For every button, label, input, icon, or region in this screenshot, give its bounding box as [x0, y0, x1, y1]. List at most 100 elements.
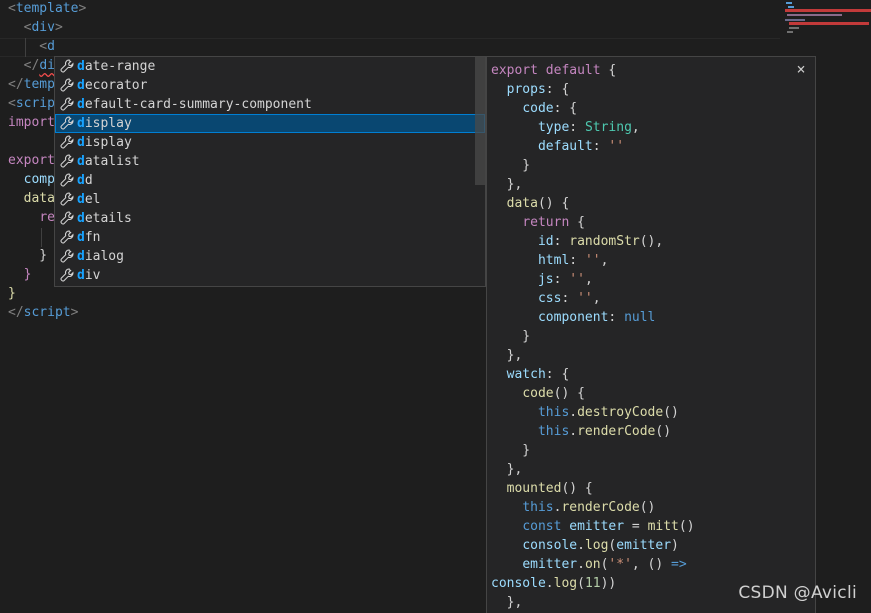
- suggestion-label: el: [84, 192, 101, 207]
- suggestion-scrollbar[interactable]: [475, 57, 485, 185]
- code-token: },: [491, 177, 523, 192]
- code-line: data() {: [491, 194, 570, 213]
- suggestion-item[interactable]: div: [55, 266, 485, 285]
- code-token: data: [506, 196, 538, 211]
- code-token: log: [553, 576, 578, 591]
- code-token: export: [8, 153, 55, 168]
- code-line: default: '': [491, 137, 624, 156]
- code-token: '': [569, 272, 585, 287]
- code-token: </: [8, 305, 24, 320]
- minimap[interactable]: [785, 0, 871, 40]
- suggestion-item[interactable]: details: [55, 209, 485, 228]
- code-token: :: [553, 234, 570, 249]
- suggestion-label: etails: [84, 211, 132, 226]
- code-line: watch: {: [491, 365, 570, 384]
- suggestion-item[interactable]: date-range: [55, 57, 485, 76]
- code-line: css: '',: [491, 289, 601, 308]
- code-line: mounted() {: [491, 479, 593, 498]
- code-token: }: [491, 443, 531, 458]
- wrench-icon: [59, 78, 74, 93]
- code-token: (): [639, 500, 656, 515]
- suggestion-details-panel: × export default { props: { code: { type…: [486, 56, 816, 613]
- code-token: this: [537, 405, 570, 420]
- code-token: </: [8, 77, 24, 92]
- suggestion-match: d: [77, 97, 85, 112]
- suggestion-item[interactable]: default-card-summary-component: [55, 95, 485, 114]
- suggestion-item[interactable]: dd: [55, 171, 485, 190]
- code-line: export default {: [491, 61, 616, 80]
- code-token: (): [655, 424, 672, 439]
- suggestion-item[interactable]: dfn: [55, 228, 485, 247]
- code-token: .: [569, 424, 578, 439]
- suggestion-item[interactable]: display: [55, 114, 485, 133]
- code-token: props: [506, 82, 546, 97]
- suggestion-widget[interactable]: date-range decorator default-card-summary-…: [54, 56, 486, 287]
- current-line-highlight: [0, 38, 780, 57]
- code-token: return: [522, 215, 570, 230]
- wrench-icon: [59, 268, 74, 283]
- suggestion-match: d: [77, 78, 85, 93]
- wrench-icon: [59, 173, 74, 188]
- wrench-icon: [59, 192, 74, 207]
- code-token: renderCode: [561, 500, 640, 515]
- code-token: ,: [600, 253, 609, 268]
- suggestion-match: d: [77, 173, 85, 188]
- code-token: destroyCode: [577, 405, 664, 420]
- suggestion-item[interactable]: dialog: [55, 247, 485, 266]
- suggestion-match: d: [77, 154, 85, 169]
- suggestion-match: d: [77, 59, 85, 74]
- code-token: component: [537, 310, 609, 325]
- code-token: () {: [553, 386, 585, 401]
- code-line: }: [491, 327, 530, 346]
- suggestion-match: d: [77, 135, 85, 150]
- suggestion-match: d: [77, 230, 85, 245]
- code-line: <d: [8, 37, 55, 56]
- suggestion-item[interactable]: datalist: [55, 152, 485, 171]
- code-token: mitt: [647, 519, 679, 534]
- code-token: },: [491, 595, 523, 610]
- code-token: const: [522, 519, 562, 534]
- code-line: }: [8, 284, 16, 303]
- code-line: </script>: [8, 303, 78, 322]
- code-token: d: [47, 39, 55, 54]
- code-token: console: [491, 576, 546, 591]
- code-line: js: '',: [491, 270, 593, 289]
- code-token: emitter: [522, 557, 578, 572]
- code-token: {: [569, 215, 585, 230]
- indent-guide: [41, 228, 42, 247]
- close-icon[interactable]: ×: [793, 61, 809, 77]
- code-token: (: [577, 576, 585, 591]
- code-token: :: [608, 310, 625, 325]
- suggestion-label: isplay: [84, 116, 132, 131]
- suggestion-item[interactable]: del: [55, 190, 485, 209]
- code-token: script: [23, 305, 71, 320]
- code-token: console: [522, 538, 578, 553]
- watermark: CSDN @Avicli: [738, 583, 857, 603]
- code-token: emitter: [616, 538, 672, 553]
- suggestion-item[interactable]: display: [55, 133, 485, 152]
- suggestion-item[interactable]: decorator: [55, 76, 485, 95]
- suggestion-label: isplay: [84, 135, 132, 150]
- suggestion-match: d: [77, 116, 85, 131]
- code-line: console.log(11)): [491, 574, 616, 593]
- code-token: :: [553, 272, 570, 287]
- suggestion-label: atalist: [84, 154, 140, 169]
- code-token: type: [537, 120, 570, 135]
- suggestion-label: d: [84, 173, 93, 188]
- code-line: <div>: [8, 18, 63, 37]
- code-token: export: [491, 63, 538, 78]
- code-token: : {: [553, 101, 578, 116]
